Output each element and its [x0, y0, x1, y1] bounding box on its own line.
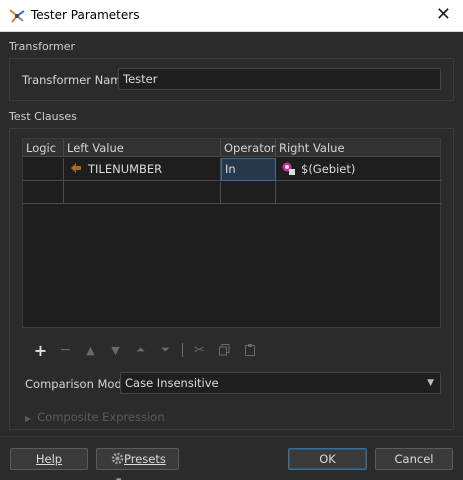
transformer-section-label: Transformer — [9, 40, 76, 53]
right-value-cell[interactable]: $(Gebiet) — [276, 158, 442, 181]
move-up-icon[interactable]: ▲ — [78, 340, 103, 360]
operator-cell[interactable] — [221, 181, 276, 204]
cancel-button[interactable]: Cancel — [375, 448, 453, 470]
test-clauses-table: Logic Left Value Operator Right Value TI… — [22, 138, 442, 328]
help-button[interactable]: Help — [10, 448, 88, 470]
left-value-cell[interactable]: TILENUMBER — [64, 158, 221, 181]
paste-icon[interactable] — [237, 340, 262, 360]
comparison-mode-select[interactable]: Case Insensitive ▼ — [120, 372, 441, 394]
table-row[interactable]: TILENUMBER In $(Gebiet) — [23, 158, 442, 181]
composite-expression-toggle[interactable]: ▶ Composite Expression — [25, 410, 165, 424]
copy-icon[interactable] — [212, 340, 237, 360]
gear-icon — [111, 452, 124, 465]
chevron-right-icon: ▶ — [25, 414, 32, 423]
attribute-icon — [71, 163, 81, 173]
logic-cell[interactable] — [23, 181, 64, 204]
composite-expression-label: Composite Expression — [37, 410, 165, 424]
logic-cell[interactable] — [23, 158, 64, 181]
comparison-mode-value: Case Insensitive — [125, 376, 219, 390]
transformer-name-label: Transformer Name: — [22, 73, 133, 87]
help-button-label: Help — [35, 452, 63, 466]
app-icon — [9, 9, 25, 23]
presets-button-label: Presets — [124, 452, 166, 466]
move-top-icon[interactable]: ⏶ — [128, 340, 153, 360]
window-title: Tester Parameters — [31, 8, 140, 22]
table-header: Logic Left Value Operator Right Value — [23, 139, 440, 157]
right-value-text: $(Gebiet) — [301, 162, 356, 176]
presets-button[interactable]: Presets ▼ — [96, 448, 179, 480]
column-header-operator[interactable]: Operator — [221, 139, 276, 157]
column-header-logic[interactable]: Logic — [23, 139, 64, 157]
parameter-icon — [282, 162, 295, 175]
right-value-cell[interactable] — [276, 181, 442, 204]
move-down-icon[interactable]: ▼ — [103, 340, 128, 360]
column-header-right-value[interactable]: Right Value — [276, 139, 442, 157]
title-bar: Tester Parameters ✕ — [0, 0, 463, 32]
toolbar-separator — [182, 343, 183, 357]
operator-cell[interactable]: In — [221, 158, 276, 181]
table-row[interactable] — [23, 181, 442, 204]
cut-icon[interactable]: ✂ — [187, 340, 212, 360]
clause-toolbar: + − ▲ ▼ ⏶ ⏷ ✂ — [28, 340, 262, 360]
left-value-cell[interactable] — [64, 181, 221, 204]
remove-icon[interactable]: − — [53, 340, 78, 360]
move-bottom-icon[interactable]: ⏷ — [153, 340, 178, 360]
close-icon[interactable]: ✕ — [436, 4, 451, 25]
left-value-text: TILENUMBER — [88, 162, 163, 176]
ok-button[interactable]: OK — [288, 448, 367, 470]
footer-divider — [0, 436, 463, 437]
test-clauses-section-label: Test Clauses — [9, 110, 77, 123]
transformer-name-input[interactable]: Tester — [118, 68, 441, 90]
add-icon[interactable]: + — [28, 340, 53, 360]
comparison-mode-label: Comparison Mode: — [25, 377, 133, 391]
column-header-left-value[interactable]: Left Value — [64, 139, 221, 157]
chevron-down-icon: ▼ — [427, 378, 434, 388]
